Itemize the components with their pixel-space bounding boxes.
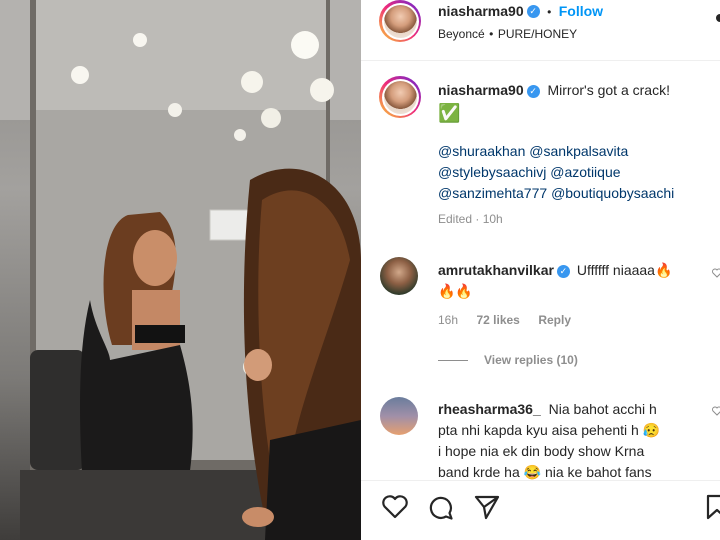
audio-artist: Beyoncé [438, 27, 485, 41]
mention-link[interactable]: @stylebysaachivj [438, 164, 546, 180]
check-mark-icon: ✅ [438, 103, 461, 123]
comment-item: rheasharma36_ Nia bahot acchi h pta nhi … [438, 399, 708, 483]
commenter-avatar[interactable] [380, 397, 418, 435]
comment-text-line: i hope nia ek din body show Krna [438, 443, 645, 459]
audio-track[interactable]: Beyoncé • PURE/HONEY [438, 25, 577, 43]
post-header: niasharma90 ✓ • Follow Beyoncé • PURE/HON… [361, 0, 720, 61]
comment-like-heart-icon[interactable] [712, 406, 720, 416]
mention-link[interactable]: @shuraakhan [438, 143, 525, 159]
comment-time: 16h [438, 313, 459, 327]
save-icon[interactable] [705, 493, 720, 521]
caption-text: Mirror's got a crack! [547, 82, 670, 98]
mention-link[interactable]: @sanzimehta777 [438, 185, 547, 201]
comment-text-cont: 🔥🔥 [438, 283, 473, 299]
caption-block: niasharma90 ✓ Mirror's got a crack! ✅ @sh… [438, 80, 708, 226]
comment-text-line: pta nhi kapda kyu aisa pehenti h 😥 [438, 422, 661, 438]
verified-badge-icon: ✓ [526, 5, 540, 19]
share-icon[interactable] [473, 493, 501, 521]
verified-badge-icon: ✓ [526, 84, 540, 98]
comment-likes[interactable]: 72 likes [476, 313, 519, 327]
comment-icon[interactable] [427, 494, 455, 522]
comment-text: Uffffff niaaaa🔥 [576, 262, 673, 278]
mirror-selfie-illustration [0, 0, 361, 540]
post-image[interactable] [0, 0, 361, 540]
caption-mentions: @shuraakhan @sankpalsavita @stylebysaach… [438, 141, 708, 204]
mention-link[interactable]: @boutiquobysaachi [551, 185, 674, 201]
reply-button[interactable]: Reply [538, 313, 571, 327]
post-action-bar [361, 480, 720, 540]
author-line: niasharma90 ✓ • Follow [438, 3, 603, 21]
view-replies-label: View replies (10) [484, 353, 578, 367]
audio-track-name: PURE/HONEY [497, 27, 578, 41]
verified-badge-icon: ✓ [556, 264, 570, 278]
post-details-panel: niasharma90 ✓ • Follow Beyoncé • PURE/HON… [361, 0, 720, 540]
comment-username[interactable]: amrutakhanvilkar [438, 262, 554, 278]
caption-meta: Edited · 10h [438, 212, 503, 226]
comment-item: amrutakhanvilkar ✓ Uffffff niaaaa🔥 🔥🔥 16h… [438, 260, 708, 367]
comment-actions: 16h 72 likes Reply [438, 311, 708, 329]
comment-like-heart-icon[interactable] [712, 268, 720, 278]
comment-username[interactable]: rheasharma36_ [438, 401, 541, 417]
commenter-avatar[interactable] [380, 257, 418, 295]
more-options-icon[interactable] [716, 14, 720, 22]
caption-username[interactable]: niasharma90 [438, 82, 524, 98]
comment-text: Nia bahot acchi h [548, 401, 657, 417]
author-username[interactable]: niasharma90 [438, 3, 524, 19]
dot-separator: • [547, 5, 552, 19]
audio-separator: • [489, 27, 494, 41]
follow-button[interactable]: Follow [559, 3, 603, 19]
mention-link[interactable]: @azotiique [550, 164, 620, 180]
author-avatar[interactable] [379, 0, 421, 42]
heart-icon[interactable] [381, 494, 409, 520]
replies-divider [438, 359, 468, 361]
mention-link[interactable]: @sankpalsavita [529, 143, 628, 159]
view-replies-button[interactable]: View replies (10) [438, 353, 708, 367]
